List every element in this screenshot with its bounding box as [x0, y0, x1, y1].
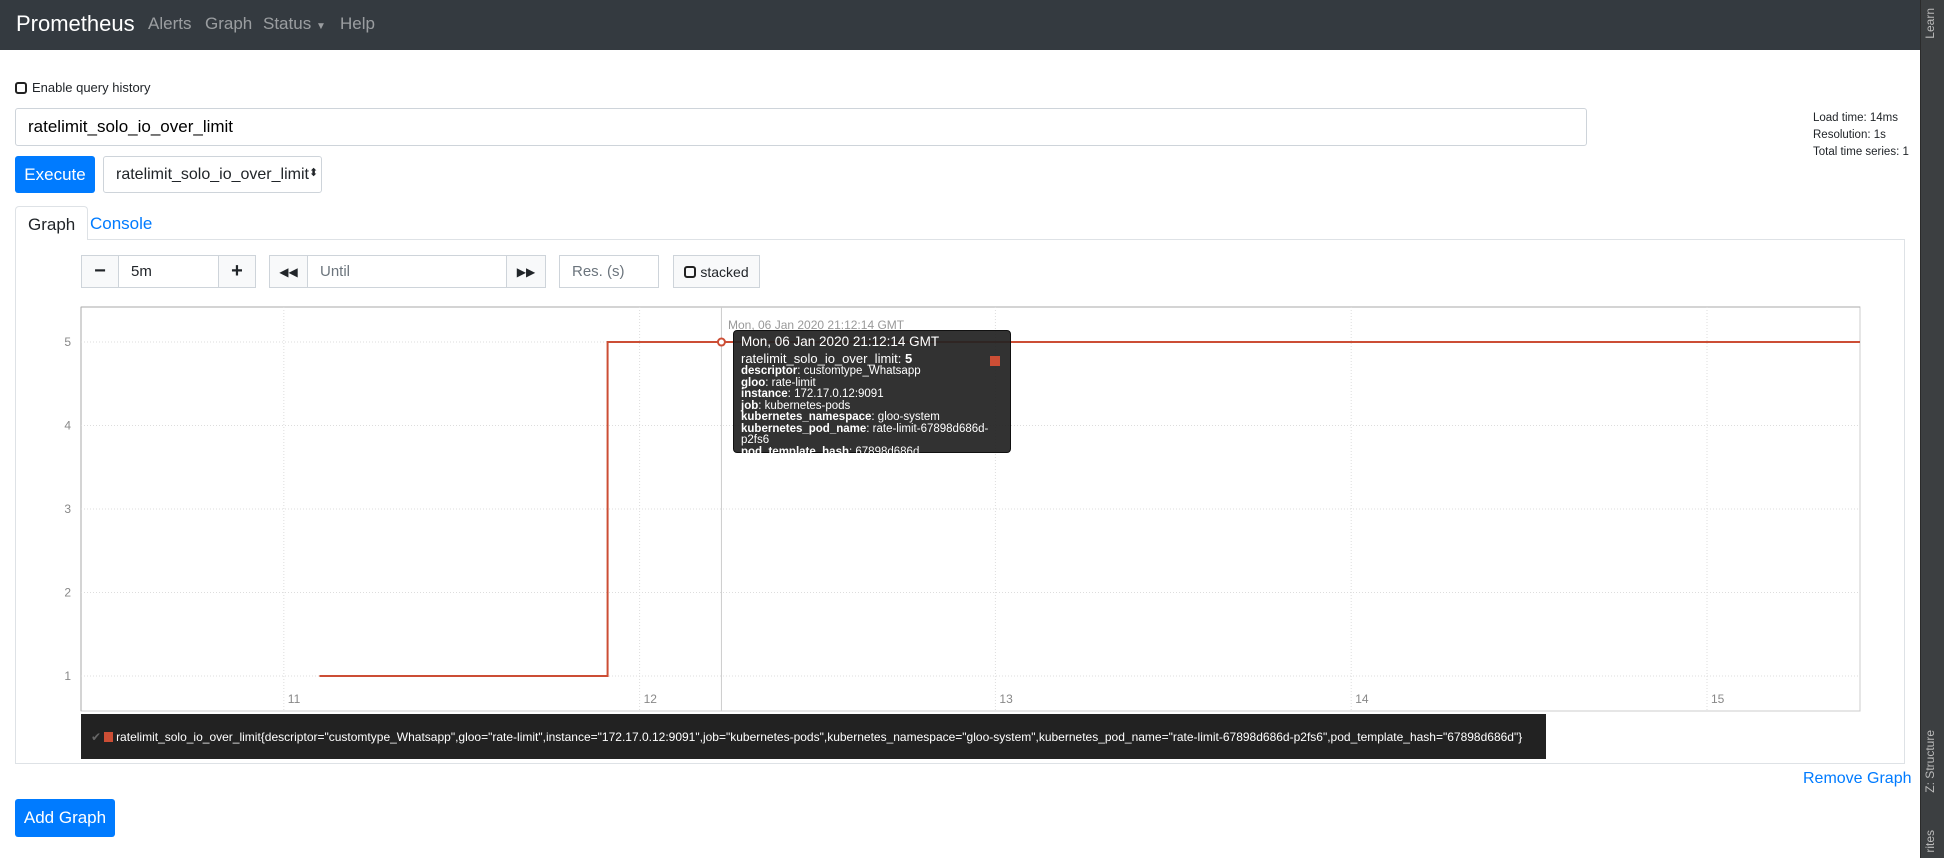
learn-tab[interactable]: Learn	[1923, 8, 1937, 39]
resolution: Resolution: 1s	[1813, 129, 1886, 141]
legend-series-label[interactable]: ratelimit_solo_io_over_limit{descriptor=…	[116, 730, 1522, 744]
tab-console[interactable]: Console	[78, 206, 164, 240]
increase-range-button[interactable]: +	[218, 255, 256, 288]
nav-status[interactable]: Status ▼	[263, 14, 326, 34]
range-input[interactable]: 5m	[118, 255, 219, 288]
plus-icon: +	[231, 260, 243, 282]
series-color-swatch	[104, 731, 114, 742]
nav-graph[interactable]: Graph	[205, 14, 252, 34]
query-history-label: Enable query history	[32, 80, 151, 95]
backward-icon: ◀◀	[279, 264, 298, 279]
until-input[interactable]: Until	[307, 255, 507, 288]
back-button[interactable]: ◀◀	[269, 255, 308, 288]
resolution-input[interactable]: Res. (s)	[559, 255, 659, 288]
query-stats: Load time: 14ms Resolution: 1s Total tim…	[1813, 110, 1909, 161]
tooltip-series: ratelimit_solo_io_over_limit: 5	[741, 350, 913, 366]
tooltip-time: Mon, 06 Jan 2020 21:12:14 GMT	[741, 334, 940, 349]
expression-input[interactable]: ratelimit_solo_io_over_limit	[15, 108, 1587, 146]
ide-side-panel: Learn Z: Structure rites	[1920, 0, 1944, 858]
decrease-range-button[interactable]: −	[81, 255, 119, 288]
sort-icon: ⬍	[308, 167, 319, 179]
tab-graph[interactable]: Graph	[15, 206, 89, 240]
stacked-toggle[interactable]: stacked	[673, 255, 760, 288]
load-time: Load time: 14ms	[1813, 112, 1899, 124]
checkbox[interactable]	[15, 81, 27, 94]
nav-status-label: Status	[263, 14, 312, 33]
forward-icon: ▶▶	[516, 264, 536, 279]
series-color-swatch	[990, 356, 1000, 366]
graph-panel	[15, 239, 1905, 764]
total-series: Total time series: 1	[1813, 146, 1909, 158]
navbar: Prometheus Alerts Graph Status ▼ Help	[0, 0, 1920, 50]
tooltip-label-row: kubernetes_pod_name: rate-limit-67898d68…	[741, 422, 989, 446]
forward-button[interactable]: ▶▶	[506, 255, 546, 288]
brand-link[interactable]: Prometheus	[16, 11, 135, 37]
query-history-toggle[interactable]: Enable query history	[15, 80, 151, 95]
graph-legend[interactable]: ✔ ratelimit_solo_io_over_limit{descripto…	[81, 714, 1546, 759]
favorites-tab[interactable]: rites	[1923, 830, 1937, 853]
minus-icon: −	[94, 260, 106, 282]
stacked-label: stacked	[700, 263, 749, 280]
check-icon: ✔	[91, 729, 102, 744]
tooltip-label-row: pod_template_hash: 67898d686d	[741, 445, 920, 458]
nav-alerts[interactable]: Alerts	[148, 14, 191, 34]
nav-help[interactable]: Help	[340, 14, 375, 34]
metric-select[interactable]: ratelimit_solo_io_over_limit ⬍	[103, 156, 322, 193]
hover-tooltip: Mon, 06 Jan 2020 21:12:14 GMT ratelimit_…	[733, 330, 1011, 457]
checkbox[interactable]	[684, 265, 697, 278]
add-graph-button[interactable]: Add Graph	[15, 799, 115, 837]
metric-select-value: ratelimit_solo_io_over_limit	[116, 166, 309, 183]
structure-tab[interactable]: Z: Structure	[1923, 730, 1937, 793]
caret-down-icon: ▼	[315, 21, 326, 32]
execute-button[interactable]: Execute	[15, 156, 95, 193]
remove-graph-link[interactable]: Remove Graph	[1803, 770, 1912, 788]
